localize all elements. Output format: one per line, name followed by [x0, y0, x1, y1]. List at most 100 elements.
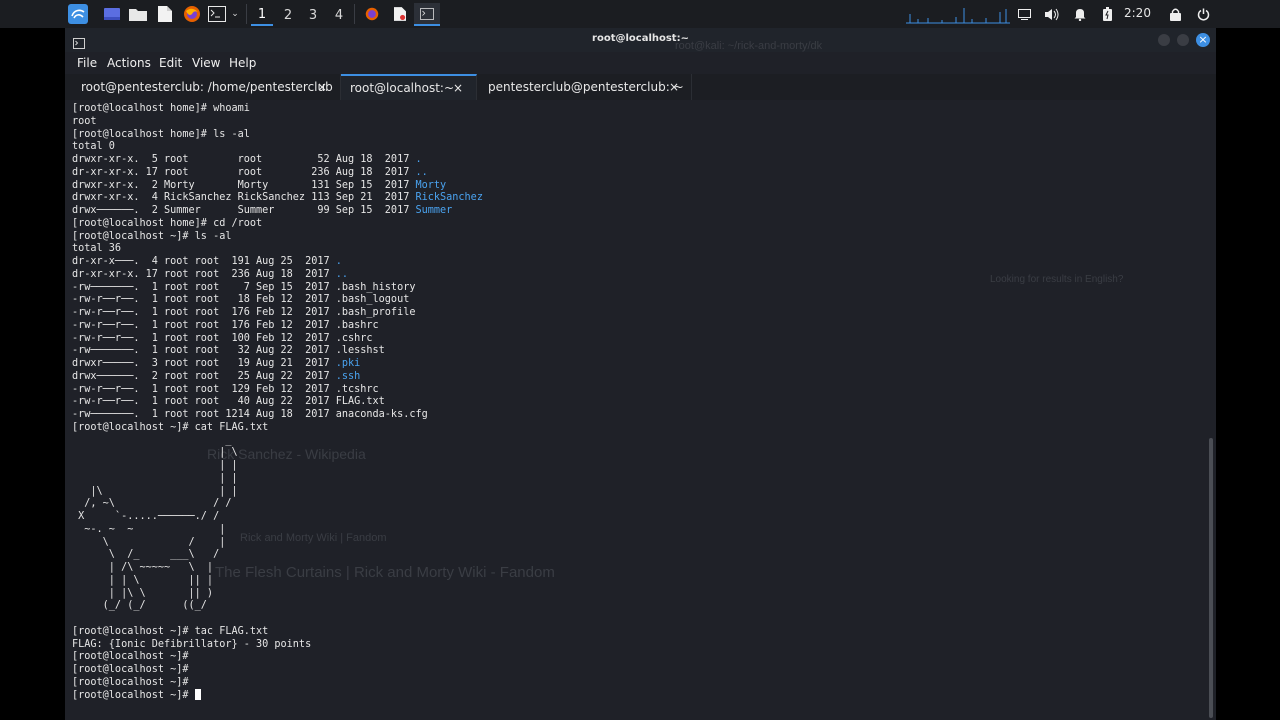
menu-view[interactable]: View — [192, 56, 220, 70]
top-panel: ⌄ 1 2 3 4 2:20 — [0, 0, 1280, 28]
terminal-line: ~-. ~ ~ | — [72, 523, 225, 536]
terminal-text: [root@localhost ~]# cat FLAG.txt — [72, 421, 269, 433]
kali-menu-icon[interactable] — [67, 3, 89, 25]
terminal-text: -rw───────. 1 root root 1214 Aug 18 2017… — [72, 409, 428, 420]
tab-pentesterclub-user[interactable]: pentesterclub@pentesterclub: ~ × — [477, 74, 692, 100]
terminal-text: drwxr-xr-x. 2 Morty Morty 131 Sep 15 201… — [72, 179, 416, 191]
editor-task-icon[interactable] — [392, 3, 408, 25]
menu-edit[interactable]: Edit — [159, 56, 182, 70]
close-tab-icon[interactable]: × — [453, 81, 463, 95]
terminal-line: drwxr-xr-x. 2 Morty Morty 131 Sep 15 201… — [72, 179, 446, 192]
terminal-line: \ / | — [72, 536, 226, 549]
terminal-text: | | — [72, 460, 238, 471]
directory-name: .ssh — [335, 370, 361, 382]
desktop-icon[interactable] — [103, 3, 121, 25]
terminal-text: drwxr-xr-x. 4 RickSanchez RickSanchez 11… — [72, 192, 416, 204]
close-tab-icon[interactable]: × — [669, 80, 679, 94]
cpu-graph-icon — [906, 3, 1010, 25]
tab-root-localhost[interactable]: root@localhost:~ × — [341, 74, 477, 100]
menu-bar: File Actions Edit View Help — [65, 52, 1216, 74]
display-icon[interactable] — [1016, 3, 1032, 25]
workspace-3[interactable]: 3 — [302, 4, 324, 26]
terminal-line: -rw-r──r──. 1 root root 176 Feb 12 2017 … — [72, 306, 415, 319]
maximize-button[interactable] — [1177, 34, 1189, 46]
terminal-text: total 0 — [72, 141, 115, 153]
tab-pentesterclub-home[interactable]: root@pentesterclub: /home/pentesterclub … — [65, 74, 341, 100]
terminal-text: dr-xr-x───. 4 root root 191 Aug 25 2017 — [72, 256, 336, 267]
terminal-line: | /\ ~~~~~ \ | — [72, 561, 213, 574]
terminal-text: \ /_ ___\ / — [72, 549, 220, 561]
terminal-cursor — [194, 689, 201, 700]
terminal-icon[interactable] — [207, 3, 227, 25]
text-editor-icon[interactable] — [157, 3, 173, 25]
terminal-line: (_/ (_/ ((_/ — [72, 599, 207, 612]
title-bar[interactable]: root@localhost:~ × — [65, 28, 1216, 52]
window-title: root@localhost:~ — [592, 33, 689, 44]
terminal-text: _ — [72, 434, 232, 446]
terminal-text: [root@localhost home]# cd /root — [72, 217, 263, 229]
bell-icon[interactable] — [1072, 3, 1088, 25]
lock-icon[interactable] — [1167, 3, 1183, 25]
terminal-text: /, ~\ / / — [72, 498, 232, 510]
minimize-button[interactable] — [1158, 34, 1170, 46]
terminal-line: -rw-r──r──. 1 root root 40 Aug 22 2017 F… — [72, 395, 385, 408]
terminal-line: [root@localhost ~]# — [72, 676, 189, 689]
divider — [354, 4, 355, 24]
terminal-line: drwxr-xr-x. 4 RickSanchez RickSanchez 11… — [72, 191, 483, 204]
close-window-button[interactable]: × — [1196, 33, 1210, 47]
directory-name: .. — [415, 166, 428, 178]
tab-label: root@localhost:~ — [350, 81, 455, 95]
workspace-2[interactable]: 2 — [277, 4, 299, 26]
terminal-line: -rw-r──r──. 1 root root 18 Feb 12 2017 .… — [72, 293, 409, 306]
terminal-line: -rw-r──r──. 1 root root 176 Feb 12 2017 … — [72, 319, 379, 332]
power-icon[interactable] — [1195, 3, 1211, 25]
firefox-task-icon[interactable] — [364, 3, 380, 25]
terminal-window: root@localhost:~ × File Actions Edit Vie… — [65, 28, 1216, 720]
firefox-icon[interactable] — [183, 3, 201, 25]
terminal-text: drwxr─────. 3 root root 19 Aug 21 2017 — [72, 358, 336, 369]
terminal-line: [root@localhost home]# cd /root — [72, 217, 262, 230]
chevron-down-icon[interactable]: ⌄ — [230, 3, 240, 25]
terminal-text: -rw-r──r──. 1 root root 40 Aug 22 2017 F… — [72, 396, 385, 408]
workspace-4[interactable]: 4 — [328, 4, 350, 26]
directory-name: . — [335, 256, 342, 267]
terminal-task-icon[interactable] — [414, 3, 440, 26]
directory-name: RickSanchez — [415, 192, 483, 204]
terminal-text: -rw-r──r──. 1 root root 18 Feb 12 2017 .… — [72, 294, 410, 306]
close-tab-icon[interactable]: × — [317, 80, 327, 94]
terminal-line: | |\ \ || ) — [72, 587, 213, 600]
terminal-line: -rw───────. 1 root root 7 Sep 15 2017 .b… — [72, 281, 415, 294]
terminal-line: total 0 — [72, 140, 115, 153]
terminal-line: dr-xr-xr-x. 17 root root 236 Aug 18 2017… — [72, 268, 348, 281]
terminal-line: |\ | | — [72, 485, 238, 498]
menu-actions[interactable]: Actions — [107, 56, 151, 70]
terminal-line: [root@localhost ~]# tac FLAG.txt — [72, 625, 268, 638]
terminal-text: [root@localhost ~]# — [72, 664, 189, 675]
directory-name: Morty — [415, 179, 447, 191]
terminal-text: | |\ \ || ) — [72, 587, 214, 599]
directory-name: .pki — [335, 358, 361, 369]
terminal-text: -rw-r──r──. 1 root root 129 Feb 12 2017 … — [72, 383, 379, 395]
terminal-line: -rw───────. 1 root root 32 Aug 22 2017 .… — [72, 344, 385, 357]
terminal-line: _ — [72, 434, 231, 447]
menu-file[interactable]: File — [77, 56, 97, 70]
terminal-text: -rw-r──r──. 1 root root 100 Feb 12 2017 … — [72, 332, 373, 344]
terminal-text: [root@localhost ~]# tac FLAG.txt — [72, 625, 269, 637]
volume-icon[interactable] — [1043, 3, 1061, 25]
terminal-line: drwx──────. 2 Summer Summer 99 Sep 15 20… — [72, 204, 452, 217]
terminal-text: | | — [72, 472, 238, 484]
terminal-line: X `-.....──────./ / — [72, 510, 219, 523]
terminal-line: dr-xr-xr-x. 17 root root 236 Aug 18 2017… — [72, 166, 428, 179]
terminal-line: [root@localhost ~]# ls -al — [72, 230, 231, 243]
terminal-text: |\ | | — [72, 485, 238, 497]
terminal-text: drwx──────. 2 root root 25 Aug 22 2017 — [72, 370, 336, 382]
terminal-line: \ /_ ___\ / — [72, 548, 219, 561]
clock[interactable]: 2:20 — [1124, 6, 1151, 20]
terminal-output[interactable]: [root@localhost home]# whoami root [root@l… — [72, 100, 1202, 715]
terminal-line: [root@localhost ~]# cat FLAG.txt — [72, 421, 268, 434]
files-icon[interactable] — [129, 3, 147, 25]
menu-help[interactable]: Help — [229, 56, 256, 70]
workspace-1[interactable]: 1 — [251, 4, 273, 26]
terminal-line: | | — [72, 459, 238, 472]
scrollbar[interactable] — [1209, 438, 1213, 718]
